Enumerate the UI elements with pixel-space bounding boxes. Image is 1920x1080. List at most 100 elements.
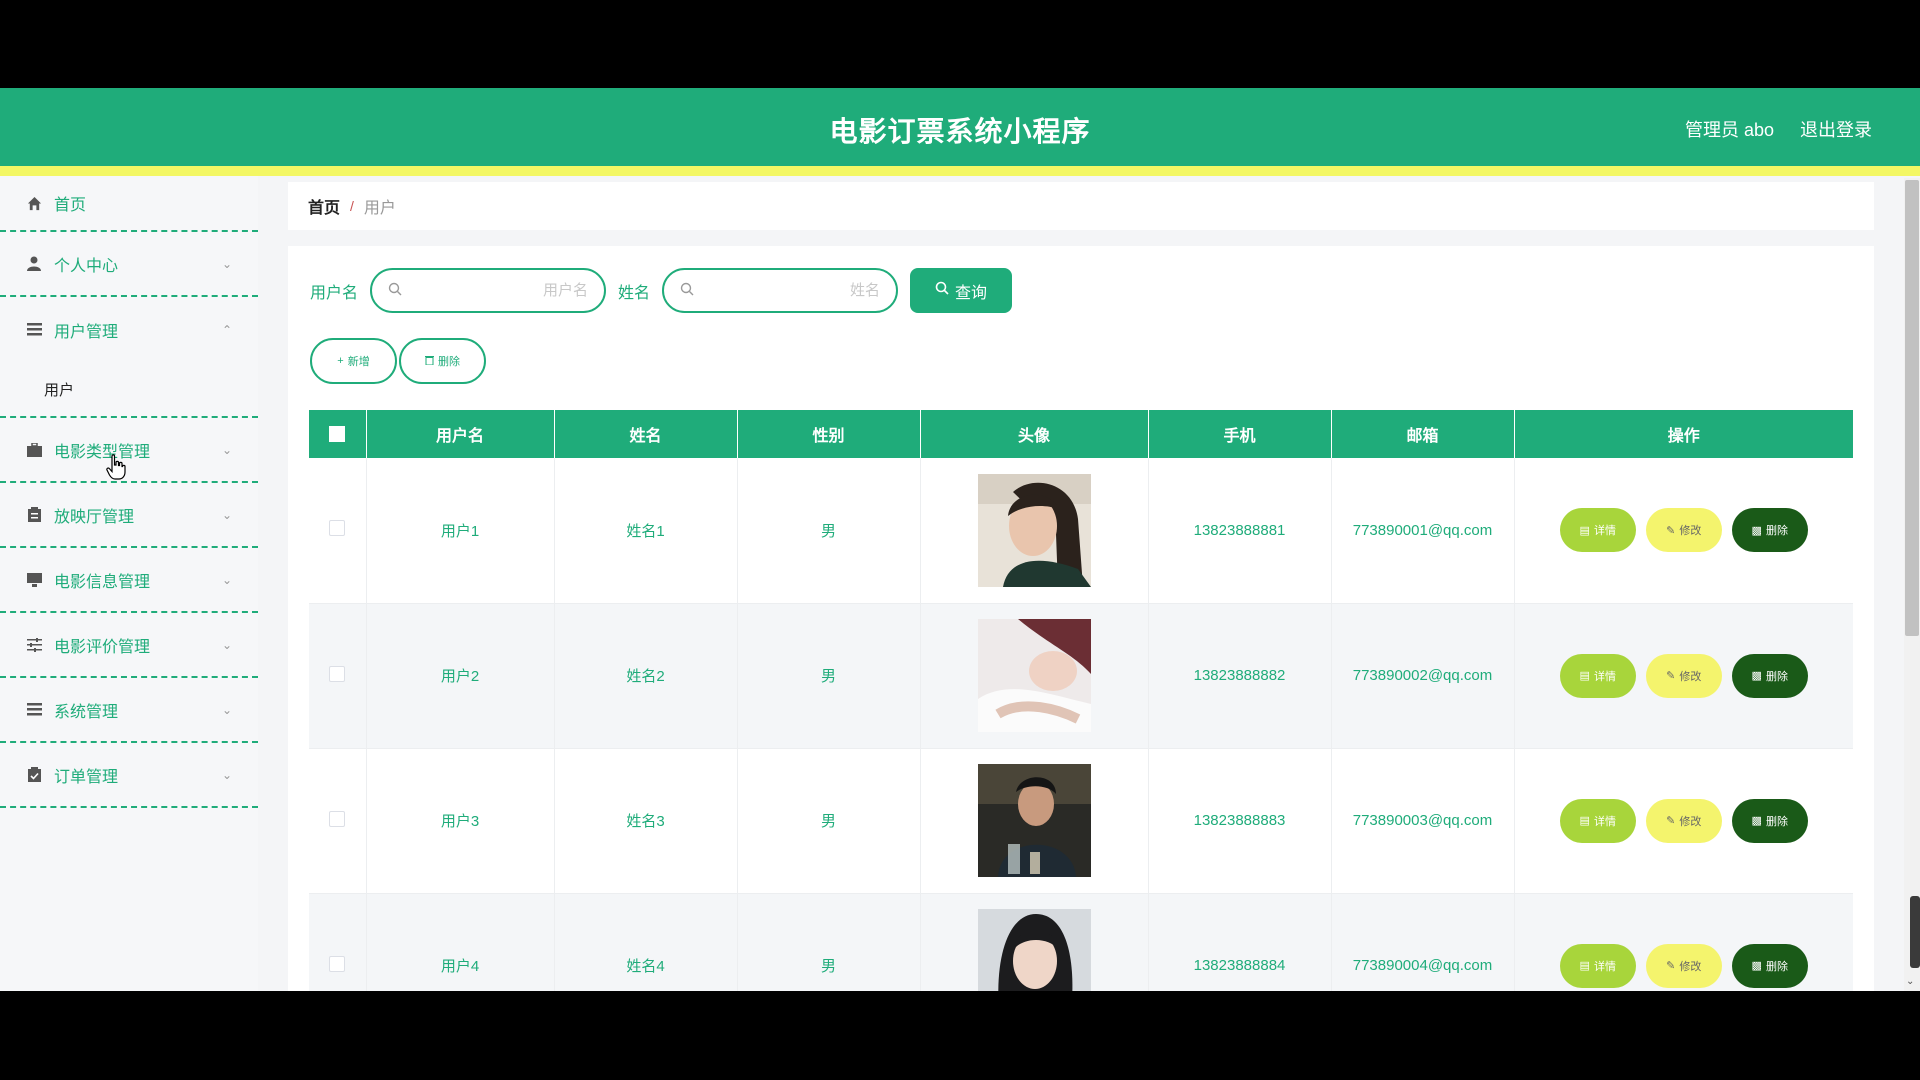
hand-cursor-icon [106,454,126,480]
document-icon: ▤ [1579,670,1590,682]
delete-button[interactable]: ▩ 删除 [1731,508,1808,553]
sidebar-item-label: 电影类型管理 [54,443,151,461]
document-icon: ▤ [1579,960,1590,972]
scrollbar-thumb[interactable] [1905,180,1919,636]
chevron-down-icon: ⌄ [221,767,232,782]
sidebar-item-movie-info[interactable]: 电影信息管理 ⌄ [0,548,258,613]
column-header-name: 姓名 [554,410,738,458]
column-header-phone: 手机 [1148,410,1332,458]
sidebar-item-label: 用户管理 [54,323,119,341]
avatar[interactable] [977,619,1091,732]
detail-button[interactable]: ▤ 详情 [1559,653,1636,698]
avatar[interactable] [977,473,1091,587]
delete-button[interactable]: ▩ 删除 [1731,653,1808,698]
user-icon [26,256,42,272]
side-panel-handle[interactable] [1910,896,1920,968]
delete-button-label: 删除 [1765,525,1788,538]
table-row: 用户1 姓名1 男 13823888881 773890001@qq.com ▤… [309,458,1853,604]
sidebar-item-hall[interactable]: 放映厅管理 ⌄ [0,483,258,548]
cell-actions: ▤ 详情 ✎ 修改 ▩ 删除 [1514,603,1853,749]
edit-button-label: 修改 [1679,960,1702,973]
edit-button[interactable]: ✎ 修改 [1645,798,1722,843]
trash-icon: ▩ [1751,524,1762,537]
sidebar-item-user-management[interactable]: 用户管理 ⌃ [0,297,258,362]
top-header: 电影订票系统小程序 管理员 abo 退出登录 [0,88,1920,166]
detail-button[interactable]: ▤ 详情 [1559,943,1636,988]
user-table-wrapper: 用户名 姓名 性别 头像 手机 邮箱 操作 用户1 姓名1 男 13823888… [309,410,1853,991]
breadcrumb-separator: / [350,198,354,214]
scroll-down-arrow-icon[interactable]: ⌄ [1906,976,1914,987]
batch-delete-button[interactable]: 删除 [399,338,486,384]
username-search-input[interactable] [402,282,589,299]
sidebar-item-system[interactable]: 系统管理 ⌄ [0,678,258,743]
pencil-icon: ✎ [1666,670,1676,682]
sidebar-item-label: 系统管理 [54,703,119,721]
chevron-down-icon: ⌄ [221,256,232,271]
trash-icon: ▩ [1751,960,1762,972]
row-checkbox[interactable] [329,955,346,972]
search-icon [388,282,402,299]
cell-name: 姓名2 [554,603,738,749]
add-button[interactable]: + 新增 [310,338,397,384]
admin-label[interactable]: 管理员 abo [1685,116,1774,142]
cell-avatar [920,748,1149,894]
edit-button[interactable]: ✎ 修改 [1645,653,1722,698]
detail-button-label: 详情 [1593,670,1616,683]
cell-username: 用户3 [366,748,555,894]
document-icon: ▤ [1579,815,1590,827]
edit-button[interactable]: ✎ 修改 [1645,943,1722,988]
list-icon [26,702,42,718]
cell-name: 姓名1 [554,458,738,604]
cell-avatar [920,603,1149,749]
main-content: 用户名 姓名 查询 + [288,246,1874,991]
query-button-label: 查询 [955,284,988,302]
detail-button[interactable]: ▤ 详情 [1559,508,1636,553]
name-search-input[interactable] [694,282,881,299]
search-icon [935,281,949,300]
clipboard-check-icon [26,767,42,783]
trash-icon: ▩ [1751,670,1762,682]
avatar[interactable] [977,909,1091,991]
detail-button-label: 详情 [1593,815,1616,828]
delete-button[interactable]: ▩ 删除 [1731,943,1808,988]
cell-gender: 男 [737,748,921,894]
sidebar-item-label: 电影评价管理 [54,638,151,656]
sidebar-item-movie-review[interactable]: 电影评价管理 ⌄ [0,613,258,678]
letterbox-bottom [0,991,1920,1080]
cell-email: 773890001@qq.com [1331,458,1515,604]
delete-button-label: 删除 [1765,815,1788,828]
row-checkbox[interactable] [329,810,346,827]
table-row: 用户2 姓名2 男 13823888882 773890002@qq.com ▤… [309,603,1853,749]
detail-button[interactable]: ▤ 详情 [1559,798,1636,843]
table-header-row: 用户名 姓名 性别 头像 手机 邮箱 操作 [309,410,1853,458]
column-header-gender: 性别 [737,410,921,458]
cell-phone: 13823888882 [1148,603,1332,749]
row-checkbox[interactable] [329,520,346,537]
row-checkbox[interactable] [329,665,346,682]
chevron-down-icon: ⌄ [221,572,232,587]
avatar[interactable] [977,764,1091,877]
sidebar-item-movie-type[interactable]: 电影类型管理 ⌄ [0,418,258,483]
sidebar-item-label: 订单管理 [54,768,119,786]
cell-actions: ▤ 详情 ✎ 修改 ▩ 删除 [1514,748,1853,894]
edit-button[interactable]: ✎ 修改 [1645,508,1722,553]
select-all-checkbox[interactable] [329,425,346,442]
cell-phone: 13823888881 [1148,458,1332,604]
sidebar-item-label: 放映厅管理 [54,508,135,526]
delete-button[interactable]: ▩ 删除 [1731,798,1808,843]
username-search-label: 用户名 [310,284,359,302]
chevron-down-icon: ⌄ [221,507,232,522]
breadcrumb-home[interactable]: 首页 [308,194,340,218]
table-row: 用户4 姓名4 男 13823888884 773890004@qq.com ▤… [309,893,1853,991]
query-button[interactable]: 查询 [910,268,1013,313]
sidebar-item-label: 个人中心 [54,257,119,275]
logout-link[interactable]: 退出登录 [1800,116,1872,142]
cell-username: 用户1 [366,458,555,604]
sidebar-subitem-user[interactable]: 用户 [0,362,258,418]
delete-button-label: 删除 [438,356,460,368]
cell-phone: 13823888883 [1148,748,1332,894]
sidebar-item-profile[interactable]: 个人中心 ⌄ [0,232,258,297]
sidebar-item-home[interactable]: 首页 [0,176,258,232]
sidebar-item-orders[interactable]: 订单管理 ⌄ [0,743,258,808]
search-icon [680,282,694,299]
